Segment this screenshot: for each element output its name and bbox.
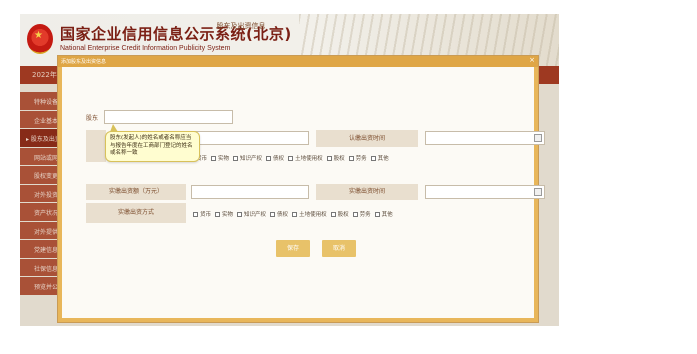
method-option-label: 土地使用权 xyxy=(299,212,327,218)
cancel-button[interactable]: 取消 xyxy=(322,240,356,257)
subscribed-amount-input[interactable] xyxy=(191,131,309,145)
checkbox[interactable] xyxy=(215,212,221,217)
method-option-label: 知识产权 xyxy=(240,156,263,162)
subscribed-date-input[interactable] xyxy=(425,131,545,145)
method-option-label: 债权 xyxy=(273,156,285,162)
checkbox[interactable] xyxy=(348,156,354,161)
checkbox[interactable] xyxy=(270,212,276,217)
paid-date-input[interactable] xyxy=(425,185,545,199)
checkbox[interactable] xyxy=(288,156,294,161)
form-title: 股东及出资信息 xyxy=(216,22,266,30)
checkbox[interactable] xyxy=(370,156,376,161)
shareholder-input[interactable] xyxy=(104,110,233,124)
checkbox[interactable] xyxy=(326,156,332,161)
paid-date-label: 实缴出资时间 xyxy=(316,184,418,200)
save-button[interactable]: 保存 xyxy=(276,240,310,257)
subscribed-method-options: 货币 实物 知识产权 债权 土地使用权 股权 劳务 其他 xyxy=(196,154,389,162)
checkbox[interactable] xyxy=(352,212,358,217)
method-option-label: 货币 xyxy=(200,212,212,218)
method-option-label: 知识产权 xyxy=(244,212,267,218)
paid-method-label: 实缴出资方式 xyxy=(86,203,186,223)
close-icon[interactable]: × xyxy=(529,56,535,64)
calendar-icon[interactable] xyxy=(534,134,542,142)
modal-title: 添加股东及出资信息 xyxy=(61,59,107,65)
site-subtitle: National Enterprise Credit Information P… xyxy=(60,45,231,52)
paid-amount-label: 实缴出资额（万元） xyxy=(86,184,186,200)
shareholder-label: 股东 xyxy=(86,115,99,122)
method-option-label: 其他 xyxy=(377,156,389,162)
paid-method-options: 货币 实物 知识产权 债权 土地使用权 股权 劳务 其他 xyxy=(189,210,393,218)
subscribed-date-label: 认缴出资时间 xyxy=(316,130,418,147)
method-option-label: 劳务 xyxy=(355,156,367,162)
checkbox[interactable] xyxy=(266,156,272,161)
shareholder-tooltip: 股东(发起人)的姓名或者名称应当与报告年度在工商部门登记的姓名或名称一致 xyxy=(105,124,200,162)
checkbox[interactable] xyxy=(292,212,298,217)
method-option-label: 债权 xyxy=(277,212,289,218)
method-option-label: 劳务 xyxy=(359,212,371,218)
modal-header: 添加股东及出资信息 × xyxy=(58,56,538,67)
method-option-label: 实物 xyxy=(222,212,234,218)
checkbox[interactable] xyxy=(330,212,336,217)
checkbox[interactable] xyxy=(374,212,380,217)
checkbox[interactable] xyxy=(193,212,198,217)
method-option-label: 股权 xyxy=(337,212,349,218)
method-option-label: 实物 xyxy=(218,156,230,162)
method-option-label: 其他 xyxy=(381,212,393,218)
method-option-label: 土地使用权 xyxy=(295,156,323,162)
calendar-icon[interactable] xyxy=(534,188,542,196)
checkbox[interactable] xyxy=(211,156,217,161)
label-cell xyxy=(86,130,106,162)
checkbox[interactable] xyxy=(233,156,239,161)
paid-amount-input[interactable] xyxy=(191,185,309,199)
checkbox[interactable] xyxy=(237,212,243,217)
method-option-label: 股权 xyxy=(333,156,345,162)
